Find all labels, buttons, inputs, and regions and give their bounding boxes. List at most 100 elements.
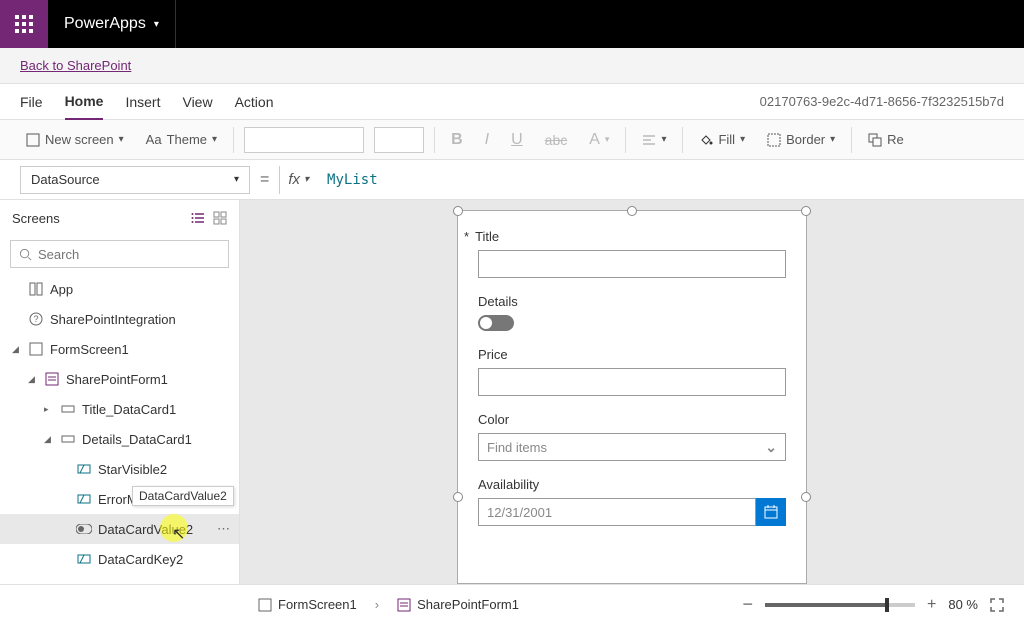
datacard-icon: [60, 431, 76, 447]
chevron-down-icon: ▾: [234, 174, 239, 185]
chevron-down-icon: ▾: [212, 134, 217, 145]
breadcrumb-sharepointform1[interactable]: SharePointForm1: [397, 597, 519, 612]
integration-icon: ?: [28, 311, 44, 327]
list-view-icon[interactable]: [191, 211, 205, 225]
breadcrumb-separator: ›: [375, 597, 379, 612]
tree-label: Details_DataCard1: [82, 432, 192, 447]
zoom-out-button[interactable]: −: [743, 594, 754, 615]
equals-sign: =: [260, 171, 269, 189]
more-options-icon[interactable]: ⋯: [217, 521, 231, 537]
availability-input[interactable]: [478, 498, 756, 526]
grid-view-icon[interactable]: [213, 211, 227, 225]
price-input[interactable]: [478, 368, 786, 396]
expand-icon[interactable]: ▸: [44, 584, 54, 585]
italic-button[interactable]: I: [479, 127, 495, 153]
property-dropdown[interactable]: DataSource ▾: [20, 166, 250, 194]
new-screen-button[interactable]: New screen ▾: [20, 128, 130, 151]
chevron-down-icon: ▾: [830, 134, 835, 145]
details-label: Details: [478, 294, 786, 309]
canvas[interactable]: *Title Details Price Color Find items ⌄ …: [240, 200, 1024, 584]
app-title-dropdown[interactable]: PowerApps ▾: [48, 15, 175, 33]
label-icon: [76, 491, 92, 507]
form-icon: [397, 598, 411, 612]
expand-icon[interactable]: ▸: [44, 404, 54, 415]
tree-label: Title_DataCard1: [82, 402, 176, 417]
tree-item-sharepointform1[interactable]: ◢ SharePointForm1: [0, 364, 239, 394]
fill-icon: [699, 133, 713, 147]
theme-button[interactable]: Aa Theme ▾: [140, 128, 223, 151]
tree-item-formscreen1[interactable]: ◢ FormScreen1: [0, 334, 239, 364]
title-label: *Title: [478, 229, 786, 244]
border-label: Border: [786, 132, 825, 147]
tree-item-sharepointintegration[interactable]: ? SharePointIntegration: [0, 304, 239, 334]
resize-handle[interactable]: [801, 206, 811, 216]
reorder-button[interactable]: Re: [862, 128, 910, 151]
tree-item-datacardkey2[interactable]: DataCardKey2: [0, 544, 239, 574]
resize-handle[interactable]: [453, 206, 463, 216]
menu-view[interactable]: View: [182, 85, 212, 119]
tree-label: FormScreen1: [50, 342, 129, 357]
color-dropdown[interactable]: Find items ⌄: [478, 433, 786, 461]
search-field[interactable]: [38, 247, 220, 262]
chevron-down-icon: ▾: [304, 174, 309, 185]
theme-label: Theme: [167, 132, 207, 147]
back-to-sharepoint-link[interactable]: Back to SharePoint: [20, 58, 131, 73]
search-input[interactable]: [10, 240, 229, 268]
align-button[interactable]: ▾: [636, 129, 672, 151]
fill-label: Fill: [718, 132, 735, 147]
tree-item-app[interactable]: App: [0, 274, 239, 304]
color-placeholder: Find items: [487, 440, 547, 455]
underline-button[interactable]: U: [505, 127, 529, 153]
details-toggle[interactable]: [478, 315, 514, 331]
font-size-dropdown[interactable]: [374, 127, 424, 153]
price-label: Price: [478, 347, 786, 362]
expand-icon[interactable]: ◢: [44, 434, 54, 445]
border-button[interactable]: Border ▾: [761, 128, 841, 151]
font-family-dropdown[interactable]: [244, 127, 364, 153]
datacard-icon: [60, 581, 76, 584]
label-icon: [76, 461, 92, 477]
chevron-down-icon: ▾: [740, 134, 745, 145]
chevron-down-icon: ▾: [119, 134, 124, 145]
crumb-label: FormScreen1: [278, 597, 357, 612]
formula-value[interactable]: MyList: [327, 172, 378, 188]
breadcrumb-formsc168[interactable]: FormScreen1: [258, 597, 357, 612]
menu-file[interactable]: File: [20, 85, 43, 119]
theme-icon: Aa: [146, 132, 162, 147]
tree-item-starvisible[interactable]: StarVisible2: [0, 454, 239, 484]
tree-item-errormessage[interactable]: ErrorM DataCardValue2: [0, 484, 239, 514]
expand-icon[interactable]: ◢: [12, 344, 22, 355]
tree-item-title-datacard[interactable]: ▸ Title_DataCard1: [0, 394, 239, 424]
font-color-button[interactable]: A▾: [583, 127, 615, 153]
fill-button[interactable]: Fill ▾: [693, 128, 751, 151]
zoom-in-button[interactable]: +: [927, 596, 936, 614]
tree-item-details-datacard[interactable]: ◢ Details_DataCard1: [0, 424, 239, 454]
waffle-icon[interactable]: [0, 0, 48, 48]
tree-item-price-datacard[interactable]: ▸ Price_DataCard1: [0, 574, 239, 584]
tree-label: DataCardValue2: [98, 522, 193, 537]
zoom-value: 80 %: [948, 597, 978, 612]
bold-button[interactable]: B: [445, 127, 469, 153]
date-picker-button[interactable]: [756, 498, 786, 526]
fit-to-screen-icon[interactable]: [990, 598, 1004, 612]
expand-icon[interactable]: ◢: [28, 374, 38, 385]
resize-handle[interactable]: [627, 206, 637, 216]
app-icon: [28, 281, 44, 297]
form-preview[interactable]: *Title Details Price Color Find items ⌄ …: [457, 210, 807, 584]
search-icon: [19, 248, 32, 261]
screens-tree[interactable]: App ? SharePointIntegration ◢ FormScreen…: [0, 274, 239, 584]
resize-handle[interactable]: [801, 492, 811, 502]
toggle-icon: [76, 521, 92, 537]
fx-button[interactable]: fx ▾: [279, 166, 317, 194]
strike-button[interactable]: abc: [539, 128, 574, 152]
tooltip: DataCardValue2: [132, 486, 234, 506]
menu-insert[interactable]: Insert: [125, 85, 160, 119]
menu-home[interactable]: Home: [65, 84, 104, 120]
resize-handle[interactable]: [453, 492, 463, 502]
zoom-slider[interactable]: [765, 603, 915, 607]
divider: [175, 0, 176, 48]
tree-item-datacardvalue2[interactable]: DataCardValue2 ⋯ ↖: [0, 514, 239, 544]
datacard-icon: [60, 401, 76, 417]
menu-action[interactable]: Action: [235, 85, 274, 119]
title-input[interactable]: [478, 250, 786, 278]
